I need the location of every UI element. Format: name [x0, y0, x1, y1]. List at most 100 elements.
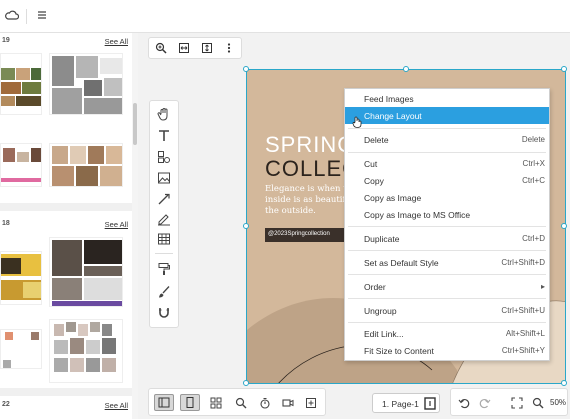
resize-handle[interactable]: [403, 66, 409, 72]
section-number: 19: [2, 37, 10, 44]
menu-item-shortcut: Ctrl+Shift+U: [501, 306, 545, 315]
resize-handle[interactable]: [243, 380, 249, 386]
menu-item-feed-images[interactable]: Feed Images: [345, 90, 549, 107]
menu-item-shortcut: Ctrl+D: [522, 234, 545, 243]
pen-tool-icon[interactable]: [157, 212, 171, 228]
fit-width-icon[interactable]: [178, 42, 190, 56]
menu-separator: [348, 128, 546, 129]
zoom-icon[interactable]: [532, 397, 544, 411]
resize-handle[interactable]: [561, 380, 567, 386]
fit-page-icon[interactable]: [201, 42, 213, 56]
page-icon[interactable]: [424, 397, 436, 412]
template-thumbnail[interactable]: [0, 143, 42, 187]
panel-scrollbar[interactable]: [132, 33, 138, 419]
menu-item-label: Change Layout: [364, 111, 422, 121]
brush-tool-icon[interactable]: [157, 285, 171, 301]
resize-handle[interactable]: [561, 66, 567, 72]
page-label: 1. Page-1: [382, 399, 419, 409]
section-number: 22: [2, 401, 10, 408]
menu-separator: [348, 274, 546, 275]
scrollbar-thumb[interactable]: [133, 103, 137, 145]
menu-separator: [348, 250, 546, 251]
menu-item-copy[interactable]: Copy Ctrl+C: [345, 172, 549, 189]
search-icon[interactable]: [235, 397, 247, 411]
view-toolbar: [148, 388, 326, 416]
template-thumbnail[interactable]: [49, 53, 123, 115]
page-view-button[interactable]: [180, 394, 200, 411]
menu-item-shortcut: Alt+Shift+L: [505, 329, 545, 338]
resize-handle[interactable]: [243, 223, 249, 229]
menu-separator: [348, 298, 546, 299]
section-header: 19 See All: [0, 37, 132, 49]
menu-item-label: Copy as Image to MS Office: [364, 210, 471, 220]
menu-item-label: Duplicate: [364, 234, 400, 244]
table-tool-icon[interactable]: [157, 232, 171, 248]
menu-item-label: Copy as Image: [364, 193, 422, 203]
grid-view-icon[interactable]: [210, 397, 222, 411]
menu-item-fit-size-to-content[interactable]: Fit Size to Content Ctrl+Shift+Y: [345, 342, 549, 359]
zoom-fit-icon[interactable]: [155, 42, 167, 56]
shapes-tool-icon[interactable]: [157, 150, 171, 166]
undo-icon[interactable]: [458, 397, 470, 411]
fullscreen-icon[interactable]: [511, 397, 523, 411]
line-tool-icon[interactable]: [157, 192, 171, 208]
magnet-tool-icon[interactable]: [157, 306, 171, 322]
canvas-toolbar: [148, 37, 242, 59]
see-all-link[interactable]: See All: [105, 220, 128, 229]
zoom-level[interactable]: 50%: [550, 398, 566, 407]
cloud-icon[interactable]: [5, 9, 20, 23]
menu-icon[interactable]: [37, 9, 47, 23]
timer-icon[interactable]: [259, 397, 271, 411]
tools-toolbar: [149, 100, 179, 328]
menu-item-label: Delete: [364, 135, 389, 145]
format-painter-icon[interactable]: [157, 262, 171, 278]
menu-item-label: Fit Size to Content: [364, 346, 434, 356]
menu-item-copy-as-image-ms-office[interactable]: Copy as Image to MS Office: [345, 206, 549, 223]
template-thumbnail[interactable]: [0, 329, 42, 369]
menu-item-cut[interactable]: Cut Ctrl+X: [345, 155, 549, 172]
text-tool-icon[interactable]: [157, 129, 171, 145]
canvas-tag[interactable]: @2023Springcollection: [265, 228, 351, 242]
menu-item-set-default-style[interactable]: Set as Default Style Ctrl+Shift+D: [345, 254, 549, 271]
menu-item-change-layout[interactable]: Change Layout: [345, 107, 549, 124]
menu-separator: [348, 152, 546, 153]
submenu-arrow-icon: ▸: [540, 282, 545, 291]
menu-item-label: Set as Default Style: [364, 258, 439, 268]
context-menu: Feed Images Change Layout Delete Delete …: [344, 88, 550, 361]
template-thumbnail[interactable]: [49, 319, 123, 383]
menu-item-shortcut: Delete: [521, 135, 545, 144]
menu-item-label: Ungroup: [364, 306, 397, 316]
menu-item-duplicate[interactable]: Duplicate Ctrl+D: [345, 230, 549, 247]
see-all-link[interactable]: See All: [105, 37, 128, 46]
template-thumbnail[interactable]: [0, 251, 42, 305]
menu-item-ungroup[interactable]: Ungroup Ctrl+Shift+U: [345, 302, 549, 319]
image-tool-icon[interactable]: [157, 171, 171, 187]
section-divider: [0, 388, 132, 396]
single-page-view-button[interactable]: [154, 394, 174, 411]
menu-item-delete[interactable]: Delete Delete: [345, 131, 549, 148]
hand-tool-icon[interactable]: [157, 107, 171, 123]
more-options-icon[interactable]: [226, 42, 232, 56]
page-selector[interactable]: 1. Page-1: [372, 393, 440, 413]
menu-item-label: Cut: [364, 159, 378, 169]
menu-separator: [348, 226, 546, 227]
template-thumbnail[interactable]: [49, 143, 123, 187]
menu-item-copy-as-image[interactable]: Copy as Image: [345, 189, 549, 206]
menu-item-edit-link[interactable]: Edit Link... Alt+Shift+L: [345, 325, 549, 342]
see-all-link[interactable]: See All: [105, 401, 128, 410]
menu-item-label: Order: [364, 282, 386, 292]
canvas-heading-line1[interactable]: SPRING: [265, 132, 355, 158]
top-bar: [0, 0, 570, 33]
menu-item-label: Edit Link...: [364, 329, 404, 339]
template-panel: 19 See All 18 See All 22 See All: [0, 33, 138, 419]
record-icon[interactable]: [282, 397, 294, 411]
menu-item-shortcut: Ctrl+X: [522, 159, 545, 168]
template-thumbnail[interactable]: [0, 53, 42, 115]
resize-handle[interactable]: [243, 66, 249, 72]
add-slide-icon[interactable]: [305, 397, 317, 411]
menu-separator: [348, 322, 546, 323]
template-thumbnail[interactable]: [49, 237, 123, 307]
resize-handle[interactable]: [561, 223, 567, 229]
menu-item-order[interactable]: Order ▸: [345, 278, 549, 295]
redo-icon[interactable]: [479, 397, 491, 411]
